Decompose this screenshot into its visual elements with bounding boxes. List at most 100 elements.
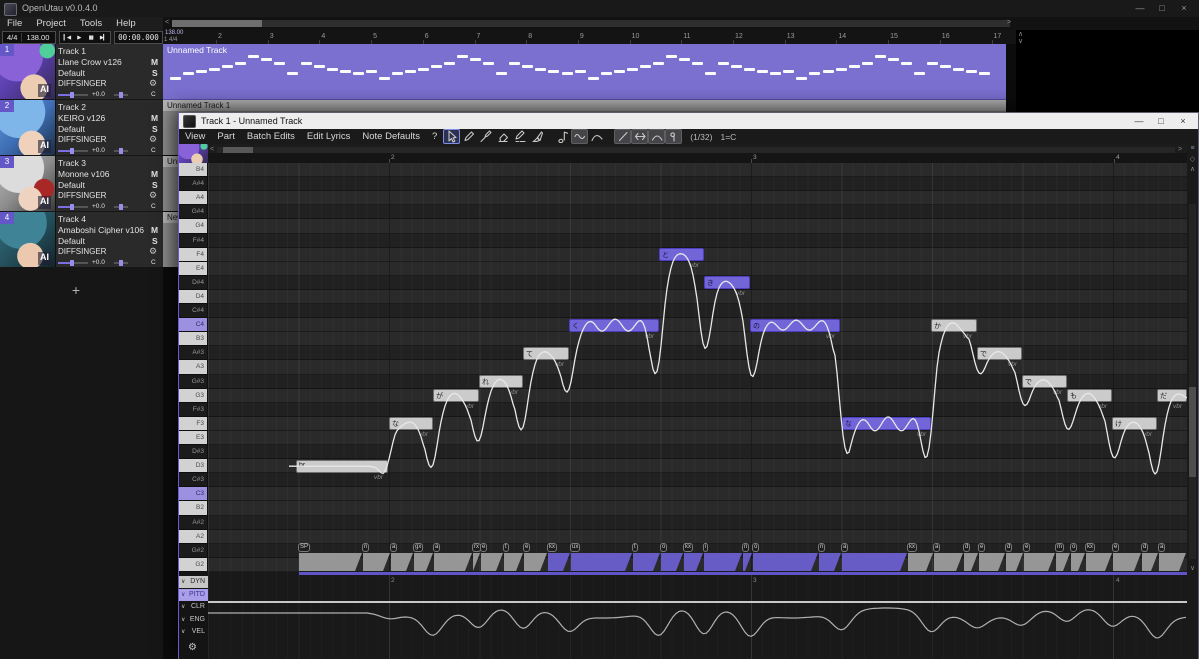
pr-menu-item-note-defaults[interactable]: Note Defaults [356, 131, 426, 142]
note[interactable]: の [750, 319, 840, 332]
piano-key-A#3[interactable]: A#3 [179, 346, 207, 359]
maximize-button[interactable]: □ [1150, 113, 1172, 130]
pitch-anchor-button[interactable] [665, 129, 682, 144]
piano-key-F3[interactable]: F3 [179, 417, 207, 430]
mute-button[interactable]: M [151, 225, 158, 235]
seek-end-button[interactable]: ▶▎ [100, 35, 106, 41]
phonemizer-name[interactable]: Default [58, 124, 85, 134]
renderer-name[interactable]: DIFFSINGER [58, 247, 106, 256]
scroll-down-icon[interactable]: ∨ [1187, 564, 1198, 572]
volume-fader-thumb[interactable] [70, 260, 74, 266]
note[interactable]: き [704, 276, 750, 289]
menu-item-help[interactable]: Help [109, 17, 143, 30]
piano-roll-vscroll-thumb[interactable] [1189, 387, 1196, 477]
note[interactable]: も [1067, 389, 1112, 402]
singer-name[interactable]: Monone v106 [58, 169, 110, 179]
piano-key-C3[interactable]: C3 [179, 487, 207, 500]
vibrato-toggle-label[interactable]: vbr [465, 403, 474, 410]
piano-key-A#2[interactable]: A#2 [179, 516, 207, 529]
vibrato-toggle-label[interactable]: vbr [1053, 389, 1062, 396]
volume-fader-thumb[interactable] [70, 148, 74, 154]
note[interactable]: れ [479, 375, 523, 388]
singer-name[interactable]: Llane Crow v126 [58, 57, 122, 67]
piano-roll-titlebar[interactable]: Track 1 - Unnamed Track — □ × [179, 113, 1198, 129]
pitch-curve-tool[interactable] [588, 129, 605, 144]
track-row[interactable]: 3AITrack 3Monone v106MDefaultSDIFFSINGER… [0, 156, 163, 211]
line-pencil-tool[interactable] [477, 129, 494, 144]
note[interactable]: な [389, 417, 433, 430]
expression-dyn[interactable]: ∨DYN [179, 576, 208, 588]
mute-button[interactable]: M [151, 57, 158, 67]
part-unnamed-track[interactable]: Unnamed Track [163, 44, 1006, 100]
piano-key-D#3[interactable]: D#3 [179, 445, 207, 458]
chevron-down-icon[interactable]: ∨ [181, 626, 185, 638]
main-titlebar[interactable]: OpenUtau v0.0.4.0 — □ × [0, 0, 1199, 17]
track-row[interactable]: 4AITrack 4Amaboshi Cipher v106MDefaultSD… [0, 212, 163, 267]
minimize-button[interactable]: — [1129, 0, 1151, 17]
expression-clr[interactable]: ∨CLR [179, 601, 208, 613]
seek-start-button[interactable]: ▎◀ [64, 35, 70, 41]
pitch-arrows-button[interactable] [631, 129, 648, 144]
scroll-right-icon[interactable]: > [1007, 19, 1011, 26]
tempo-value[interactable]: 138.00 [22, 33, 53, 42]
renderer-name[interactable]: DIFFSINGER [58, 79, 106, 88]
piano-key-E4[interactable]: E4 [179, 262, 207, 275]
vibrato-toggle-label[interactable]: vbr [555, 361, 564, 368]
vibrato-toggle-label[interactable]: vbr [736, 290, 745, 297]
pr-menu-item-?[interactable]: ? [426, 131, 443, 142]
close-button[interactable]: × [1173, 0, 1195, 17]
note[interactable]: で [977, 347, 1022, 360]
piano-key-C4[interactable]: C4 [179, 318, 207, 331]
pr-menu-item-batch-edits[interactable]: Batch Edits [241, 131, 301, 142]
vibrato-toggle-label[interactable]: vbr [645, 333, 654, 340]
pan-fader-thumb[interactable] [119, 260, 123, 266]
expand-diamond-icon[interactable]: ◇ [1187, 155, 1198, 163]
time-signature[interactable]: 4/4 [3, 33, 21, 42]
minimize-button[interactable]: — [1128, 113, 1150, 130]
select-tool[interactable] [443, 129, 460, 144]
note[interactable]: だ [1157, 389, 1187, 402]
piano-key-G3[interactable]: G3 [179, 389, 207, 402]
singer-name[interactable]: Amaboshi Cipher v106 [58, 225, 144, 235]
snap-resolution[interactable]: (1/32) [690, 132, 712, 142]
pitch-arc-button[interactable] [648, 129, 665, 144]
pan-fader-thumb[interactable] [119, 204, 123, 210]
solo-button[interactable]: S [152, 236, 158, 246]
renderer-settings-icon[interactable]: ⚙ [149, 134, 157, 145]
mute-button[interactable]: M [151, 113, 158, 123]
piano-key-A#4[interactable]: A#4 [179, 177, 207, 190]
note[interactable]: が [433, 389, 479, 402]
vibrato-toggle-label[interactable]: vbr [917, 431, 926, 438]
part-header[interactable]: Unnamed Track 1 [163, 100, 1006, 111]
expression-canvas[interactable]: 234 [208, 572, 1187, 659]
chevron-down-icon[interactable]: ∨ [181, 589, 185, 601]
piano-key-F#4[interactable]: F#4 [179, 234, 207, 247]
key-display[interactable]: 1=C [720, 132, 736, 142]
pause-button[interactable]: ▮▮ [89, 35, 93, 41]
solo-button[interactable]: S [152, 180, 158, 190]
volume-fader-thumb[interactable] [70, 92, 74, 98]
vibrato-toggle-label[interactable]: vbr [1143, 431, 1152, 438]
singer-name[interactable]: KEIRO v126 [58, 113, 105, 123]
piano-key-D3[interactable]: D3 [179, 459, 207, 472]
track-row[interactable]: 1AITrack 1Llane Crow v126MDefaultSDIFFSI… [0, 44, 163, 99]
note-defaults-tool[interactable] [554, 129, 571, 144]
view-settings-icon[interactable]: ≡ [1187, 145, 1198, 152]
vibrato-toggle-label[interactable]: vbr [419, 431, 428, 438]
singer-avatar[interactable] [179, 144, 208, 164]
arrangement-ruler[interactable]: 138.00 1 4/4 234567891011121314151617 [163, 30, 1016, 45]
scroll-left-icon[interactable]: < [210, 146, 214, 153]
tempo-signature-box[interactable]: 4/4 138.00 [2, 31, 56, 44]
vibrato-toggle-label[interactable]: vbr [826, 333, 835, 340]
renderer-settings-icon[interactable]: ⚙ [149, 246, 157, 257]
piano-key-D#4[interactable]: D#4 [179, 276, 207, 289]
phoneme[interactable] [842, 553, 907, 571]
close-button[interactable]: × [1172, 113, 1194, 130]
piano-key-A4[interactable]: A4 [179, 191, 207, 204]
piano-key-G2[interactable]: G2 [179, 558, 207, 571]
pan-fader-thumb[interactable] [119, 92, 123, 98]
piano-key-G#2[interactable]: G#2 [179, 544, 207, 557]
piano-key-F#3[interactable]: F#3 [179, 403, 207, 416]
pitch-line-button[interactable] [614, 129, 631, 144]
pr-menu-item-edit-lyrics[interactable]: Edit Lyrics [301, 131, 356, 142]
